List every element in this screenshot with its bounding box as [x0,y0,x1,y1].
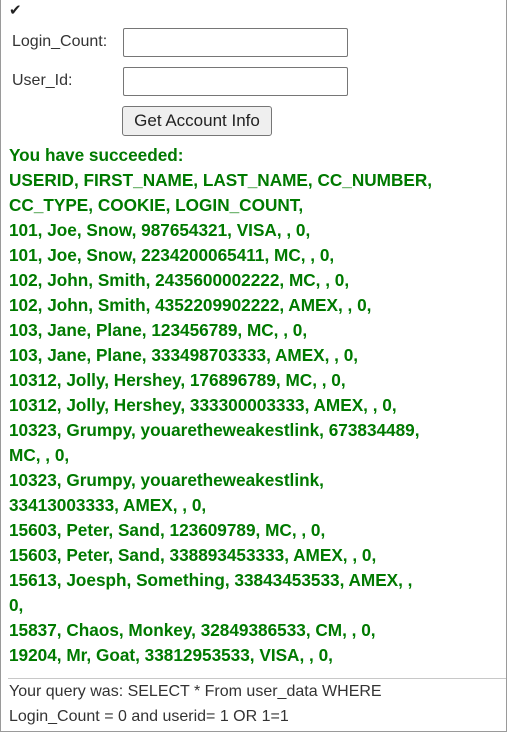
login-count-label: Login_Count: [12,33,108,50]
result-line: 102, John, Smith, 2435600002222, MC, , 0… [9,270,350,290]
result-line: 101, Joe, Snow, 2234200065411, MC, , 0, [9,245,335,265]
query-results: You have succeeded: USERID, FIRST_NAME, L… [9,143,501,668]
result-line: 10312, Jolly, Hershey, 176896789, MC, , … [9,370,346,390]
get-account-info-button[interactable]: Get Account Info [122,106,272,136]
user-id-input[interactable] [123,67,348,96]
result-line: 103, Jane, Plane, 333498703333, AMEX, , … [9,345,359,365]
result-line: 10323, Grumpy, youaretheweakestlink, [9,470,324,490]
result-line: 33413003333, AMEX, , 0, [9,495,207,515]
result-line: CC_TYPE, COOKIE, LOGIN_COUNT, [9,195,304,215]
query-line-1: Your query was: SELECT * From user_data … [9,683,382,700]
result-line: 15603, Peter, Sand, 338893453333, AMEX, … [9,545,377,565]
result-line: USERID, FIRST_NAME, LAST_NAME, CC_NUMBER… [9,170,433,190]
result-line: 15603, Peter, Sand, 123609789, MC, , 0, [9,520,326,540]
success-message: You have succeeded: [9,145,184,165]
result-line: 101, Joe, Snow, 987654321, VISA, , 0, [9,220,311,240]
result-line: 103, Jane, Plane, 123456789, MC, , 0, [9,320,308,340]
result-line: 15837, Chaos, Monkey, 32849386533, CM, ,… [9,620,376,640]
divider [8,678,506,679]
user-id-label: User_Id: [12,72,73,89]
login-count-input[interactable] [123,28,348,57]
result-line: 0, [9,595,24,615]
lesson-content-panel: ✔ Login_Count: User_Id: Get Account Info… [0,0,507,732]
query-echo: Your query was: SELECT * From user_data … [9,680,504,729]
result-line: 19204, Mr, Goat, 33812953533, VISA, , 0, [9,645,333,665]
result-line: 15613, Joesph, Something, 33843453533, A… [9,570,413,590]
result-line: MC, , 0, [9,445,70,465]
result-line: 102, John, Smith, 4352209902222, AMEX, ,… [9,295,372,315]
result-line: 10323, Grumpy, youaretheweakestlink, 673… [9,420,420,440]
query-line-2: Login_Count = 0 and userid= 1 OR 1=1 [9,707,289,725]
result-line: 10312, Jolly, Hershey, 333300003333, AME… [9,395,397,415]
check-icon: ✔ [9,1,22,19]
